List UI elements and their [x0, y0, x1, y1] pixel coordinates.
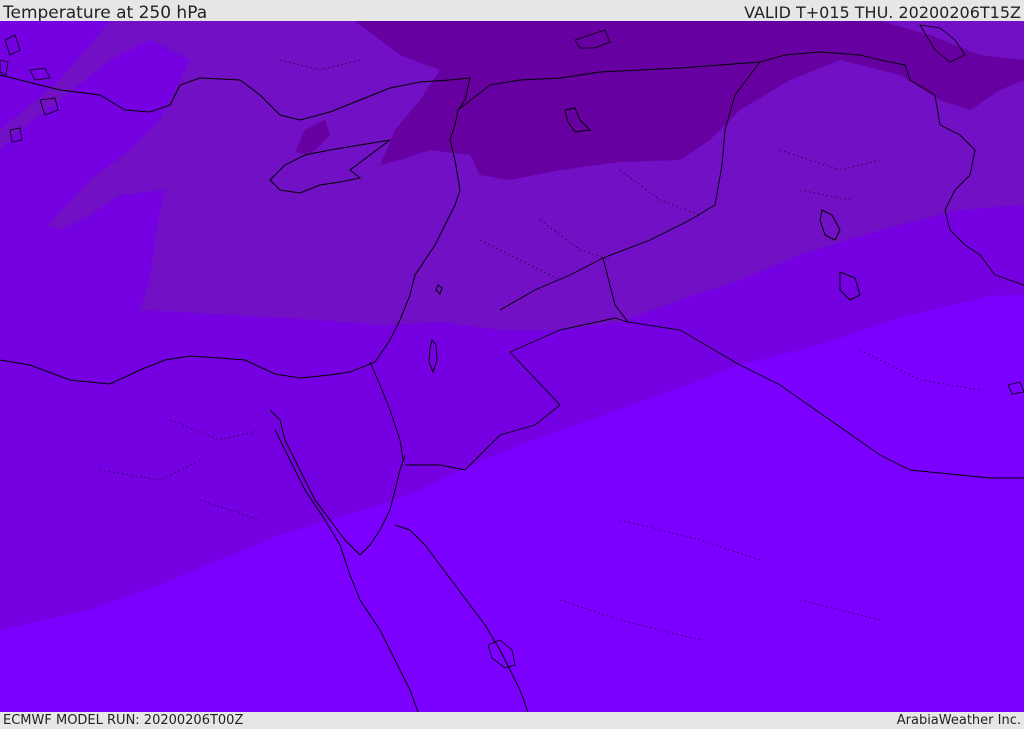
temperature-map: [0, 21, 1024, 712]
map-title: Temperature at 250 hPa: [3, 3, 208, 23]
valid-time: VALID T+015 THU. 20200206T15Z: [744, 3, 1021, 22]
header-bar: Temperature at 250 hPa VALID T+015 THU. …: [0, 0, 1024, 23]
model-run: ECMWF MODEL RUN: 20200206T00Z: [3, 713, 244, 728]
footer-bar: ECMWF MODEL RUN: 20200206T00Z ArabiaWeat…: [0, 712, 1024, 729]
map-canvas[interactable]: [0, 21, 1024, 712]
credit-label: ArabiaWeather Inc.: [896, 713, 1021, 728]
